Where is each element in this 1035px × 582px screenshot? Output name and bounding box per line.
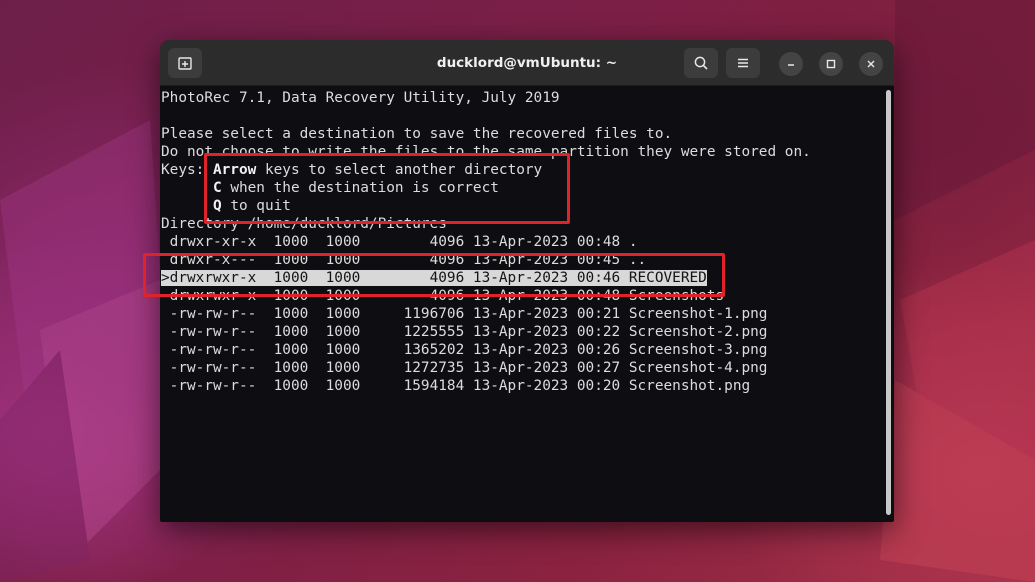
titlebar: ducklord@vmUbuntu: ~ xyxy=(160,40,894,86)
directory-entry[interactable]: -rw-rw-r-- 1000 1000 1365202 13-Apr-2023… xyxy=(161,341,894,359)
directory-entry[interactable]: drwxr-x--- 1000 1000 4096 13-Apr-2023 00… xyxy=(161,251,894,269)
search-button[interactable] xyxy=(684,48,718,78)
scrollbar[interactable] xyxy=(886,90,891,515)
directory-entry[interactable]: >drwxrwxr-x 1000 1000 4096 13-Apr-2023 0… xyxy=(161,269,894,287)
directory-entry-text: drwxrwxr-x 1000 1000 4096 13-Apr-2023 00… xyxy=(161,288,725,304)
prompt-line-2: Do not choose to write the files to the … xyxy=(161,144,811,160)
prompt-line-1: Please select a destination to save the … xyxy=(161,126,673,142)
directory-entry-text: drwxr-xr-x 1000 1000 4096 13-Apr-2023 00… xyxy=(161,234,638,250)
maximize-icon xyxy=(826,59,836,69)
photorec-header: PhotoRec 7.1, Data Recovery Utility, Jul… xyxy=(161,90,560,106)
key-q-desc: to quit xyxy=(221,198,291,214)
minimize-icon xyxy=(788,64,794,66)
directory-entry[interactable]: -rw-rw-r-- 1000 1000 1594184 13-Apr-2023… xyxy=(161,377,894,395)
directory-entry[interactable]: -rw-rw-r-- 1000 1000 1225555 13-Apr-2023… xyxy=(161,323,894,341)
keys-line-1: Keys: Arrow keys to select another direc… xyxy=(161,161,894,179)
key-q: Q xyxy=(212,198,222,214)
keys-prefix: Keys: xyxy=(161,162,213,178)
minimize-button[interactable] xyxy=(779,52,803,76)
directory-entry[interactable]: -rw-rw-r-- 1000 1000 1272735 13-Apr-2023… xyxy=(161,359,894,377)
terminal-output[interactable]: PhotoRec 7.1, Data Recovery Utility, Jul… xyxy=(160,86,894,522)
menu-button[interactable] xyxy=(726,48,760,78)
directory-entry[interactable]: drwxrwxr-x 1000 1000 4096 13-Apr-2023 00… xyxy=(161,287,894,305)
directory-entry-text: -rw-rw-r-- 1000 1000 1196706 13-Apr-2023… xyxy=(161,306,768,322)
directory-entry-text: drwxr-x--- 1000 1000 4096 13-Apr-2023 00… xyxy=(161,252,647,268)
key-arrow: Arrow xyxy=(212,162,257,178)
maximize-button[interactable] xyxy=(819,52,843,76)
keys-line-3: Q to quit xyxy=(161,197,894,215)
directory-entry-text: >drwxrwxr-x 1000 1000 4096 13-Apr-2023 0… xyxy=(161,270,707,286)
key-c: C xyxy=(212,180,222,196)
menu-icon xyxy=(738,58,748,68)
directory-listing: drwxr-xr-x 1000 1000 4096 13-Apr-2023 00… xyxy=(161,233,894,395)
close-button[interactable] xyxy=(859,52,883,76)
directory-entry[interactable]: -rw-rw-r-- 1000 1000 1196706 13-Apr-2023… xyxy=(161,305,894,323)
directory-entry-text: -rw-rw-r-- 1000 1000 1365202 13-Apr-2023… xyxy=(161,342,768,358)
keys-line-2: C when the destination is correct xyxy=(161,179,894,197)
key-c-desc: when the destination is correct xyxy=(221,180,499,196)
key-arrow-desc: keys to select another directory xyxy=(256,162,543,178)
directory-entry-text: -rw-rw-r-- 1000 1000 1272735 13-Apr-2023… xyxy=(161,360,768,376)
directory-label: Directory /home/ducklord/Pictures xyxy=(161,216,447,232)
directory-entry-text: -rw-rw-r-- 1000 1000 1594184 13-Apr-2023… xyxy=(161,378,751,394)
directory-entry-text: -rw-rw-r-- 1000 1000 1225555 13-Apr-2023… xyxy=(161,324,768,340)
terminal-window: ducklord@vmUbuntu: ~ PhotoRec 7.1, Data … xyxy=(160,40,894,522)
directory-entry[interactable]: drwxr-xr-x 1000 1000 4096 13-Apr-2023 00… xyxy=(161,233,894,251)
close-icon xyxy=(867,60,875,68)
search-icon xyxy=(694,56,708,70)
